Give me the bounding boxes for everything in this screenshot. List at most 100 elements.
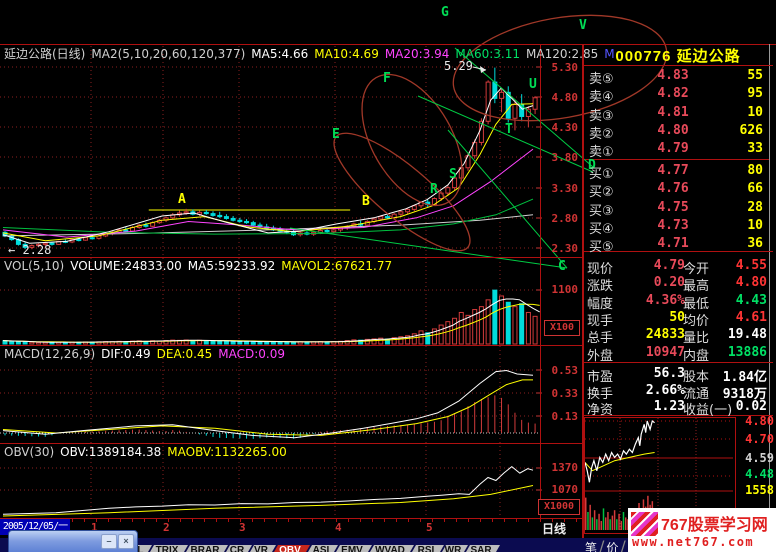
tab-sar[interactable]: SAR — [462, 545, 500, 552]
bid-cell: 买④ — [589, 218, 614, 237]
info-row: 现手50均价4.61 — [583, 310, 773, 327]
ask-cell: 95 — [693, 86, 763, 101]
info-cell: 4.61 — [701, 310, 767, 325]
title-segment: 延边公路(日线) — [4, 47, 85, 61]
bid-cell: 买③ — [589, 200, 614, 219]
ask-row: 卖①4.7933 — [583, 141, 771, 159]
axis-label: 2.30 — [540, 242, 578, 255]
mini-axis-label: 4.59 — [736, 451, 774, 465]
ask-cell: 10 — [693, 105, 763, 120]
watermark-url: www.net767.com — [632, 535, 754, 549]
watermark-logo-icon — [631, 512, 658, 536]
info-row: 总手24833量比19.48 — [583, 327, 773, 344]
info-cell: 19.48 — [701, 327, 767, 342]
annotation-letter-V: V — [579, 18, 587, 33]
info-cell: 4.79 — [625, 258, 685, 273]
axis-label: 0.33 — [540, 387, 578, 400]
vol-unit-box: X100 — [544, 320, 580, 336]
title-segment: MACD:0.09 — [218, 347, 285, 361]
info-cell: 56.3 — [625, 366, 685, 381]
axis-label: 1370 — [540, 461, 578, 474]
title-segment: MAOBV:1132265.00 — [167, 445, 286, 459]
title-segment: MA5:4.66 — [251, 47, 308, 61]
background-window-fragment: – × — [8, 530, 138, 552]
ask-row: 卖②4.80626 — [583, 123, 771, 141]
annotation-letter-A: A — [178, 192, 186, 207]
title-segment: VOLUME:24833.00 — [70, 259, 182, 273]
tab-obv[interactable]: OBV — [270, 545, 310, 552]
info-cell: 0.02 — [701, 399, 767, 414]
low-price-callout: ← 2.28 — [8, 243, 51, 257]
mini-tab-separator: / — [620, 537, 625, 552]
title-segment: MA20:3.94 — [385, 47, 450, 61]
month-label: 4 — [335, 521, 342, 534]
axis-label: 3.30 — [540, 182, 578, 195]
bid-row: 买③4.7528 — [583, 200, 771, 218]
watermark-site-name: 767股票学习网 — [661, 511, 768, 535]
obv-pane-title: OBV(30) OBV:1389184.38 MAOBV:1132265.00 — [4, 445, 293, 459]
bid-cell: 买② — [589, 181, 614, 200]
bid-cell: 66 — [693, 181, 763, 196]
info-cell: 现手 — [587, 310, 613, 329]
title-segment: OBV:1389184.38 — [60, 445, 161, 459]
info-cell: 13886 — [701, 345, 767, 360]
info-row: 涨跌0.20最高4.80 — [583, 275, 773, 292]
title-segment: MA10:4.69 — [314, 47, 379, 61]
info-cell: 4.43 — [701, 293, 767, 308]
tab-brar[interactable]: BRAR — [182, 545, 228, 552]
annotation-letter-T: T — [505, 122, 513, 137]
mini-tab-0[interactable]: 笔 — [585, 539, 597, 552]
info-row: 现价4.79今开4.55 — [583, 258, 773, 275]
tab-trix[interactable]: TRIX — [146, 545, 188, 552]
close-button[interactable]: × — [118, 534, 134, 549]
month-label: 3 — [239, 521, 246, 534]
tab-emv[interactable]: EMV — [332, 545, 372, 552]
month-label: 5 — [426, 521, 433, 534]
info-cell: 4.80 — [701, 275, 767, 290]
minimize-button[interactable]: – — [101, 534, 117, 549]
info-cell: 0.20 — [625, 275, 685, 290]
info-cell: 2.66% — [625, 383, 685, 398]
info-cell: 10947 — [625, 345, 685, 360]
axis-label: 1100 — [540, 283, 578, 296]
axis-label: 4.30 — [540, 121, 578, 134]
left-axis-line — [540, 44, 541, 518]
info-cell: 涨跌 — [587, 275, 613, 294]
title-segment: OBV(30) — [4, 445, 54, 459]
title-segment: DEA:0.45 — [157, 347, 213, 361]
ask-cell: 卖⑤ — [589, 68, 614, 87]
bid-row: 买①4.7780 — [583, 163, 771, 181]
macd-pane-top-line — [0, 345, 583, 346]
info-cell: 现价 — [587, 258, 613, 277]
bid-row: 买②4.7666 — [583, 181, 771, 199]
bid-row: 买⑤4.7136 — [583, 236, 771, 254]
bid-cell: 10 — [693, 218, 763, 233]
annotation-letter-F: F — [383, 71, 391, 86]
annotation-letter-S: S — [449, 167, 457, 182]
quote-header: 000776 延边公路 — [583, 45, 773, 65]
period-label[interactable]: 日线 — [542, 520, 580, 537]
mini-tab-separator: / — [599, 537, 604, 552]
tab-wvad[interactable]: WVAD — [366, 545, 414, 552]
axis-label: 4.80 — [540, 91, 578, 104]
info-row: 市盈56.3股本1.84亿 — [583, 366, 773, 383]
ask-row: 卖④4.8295 — [583, 86, 771, 104]
annotation-letter-E: E — [332, 127, 340, 142]
title-segment: VOL(5,10) — [4, 259, 64, 273]
bid-cell: 买⑤ — [589, 236, 614, 255]
info-cell: 幅度 — [587, 293, 613, 312]
mini-tab-1[interactable]: 价 — [606, 539, 618, 552]
ask-row: 卖⑤4.8355 — [583, 68, 771, 86]
axis-label: 0.53 — [540, 364, 578, 377]
watermark: 767股票学习网 www.net767.com — [628, 508, 776, 552]
info-cell: 总手 — [587, 327, 613, 346]
mini-axis-label: 1558 — [736, 483, 774, 497]
vol-pane-title: VOL(5,10)VOLUME:24833.00MA5:59233.92MAVO… — [4, 259, 398, 273]
bid-cell: 买① — [589, 163, 614, 182]
axis-label: 3.80 — [540, 151, 578, 164]
bid-cell: 80 — [693, 163, 763, 178]
title-segment: DIF:0.49 — [101, 347, 151, 361]
info-cell: 净资 — [587, 399, 613, 418]
ask-cell: 55 — [693, 68, 763, 83]
info-row: 外盘10947内盘13886 — [583, 345, 773, 362]
